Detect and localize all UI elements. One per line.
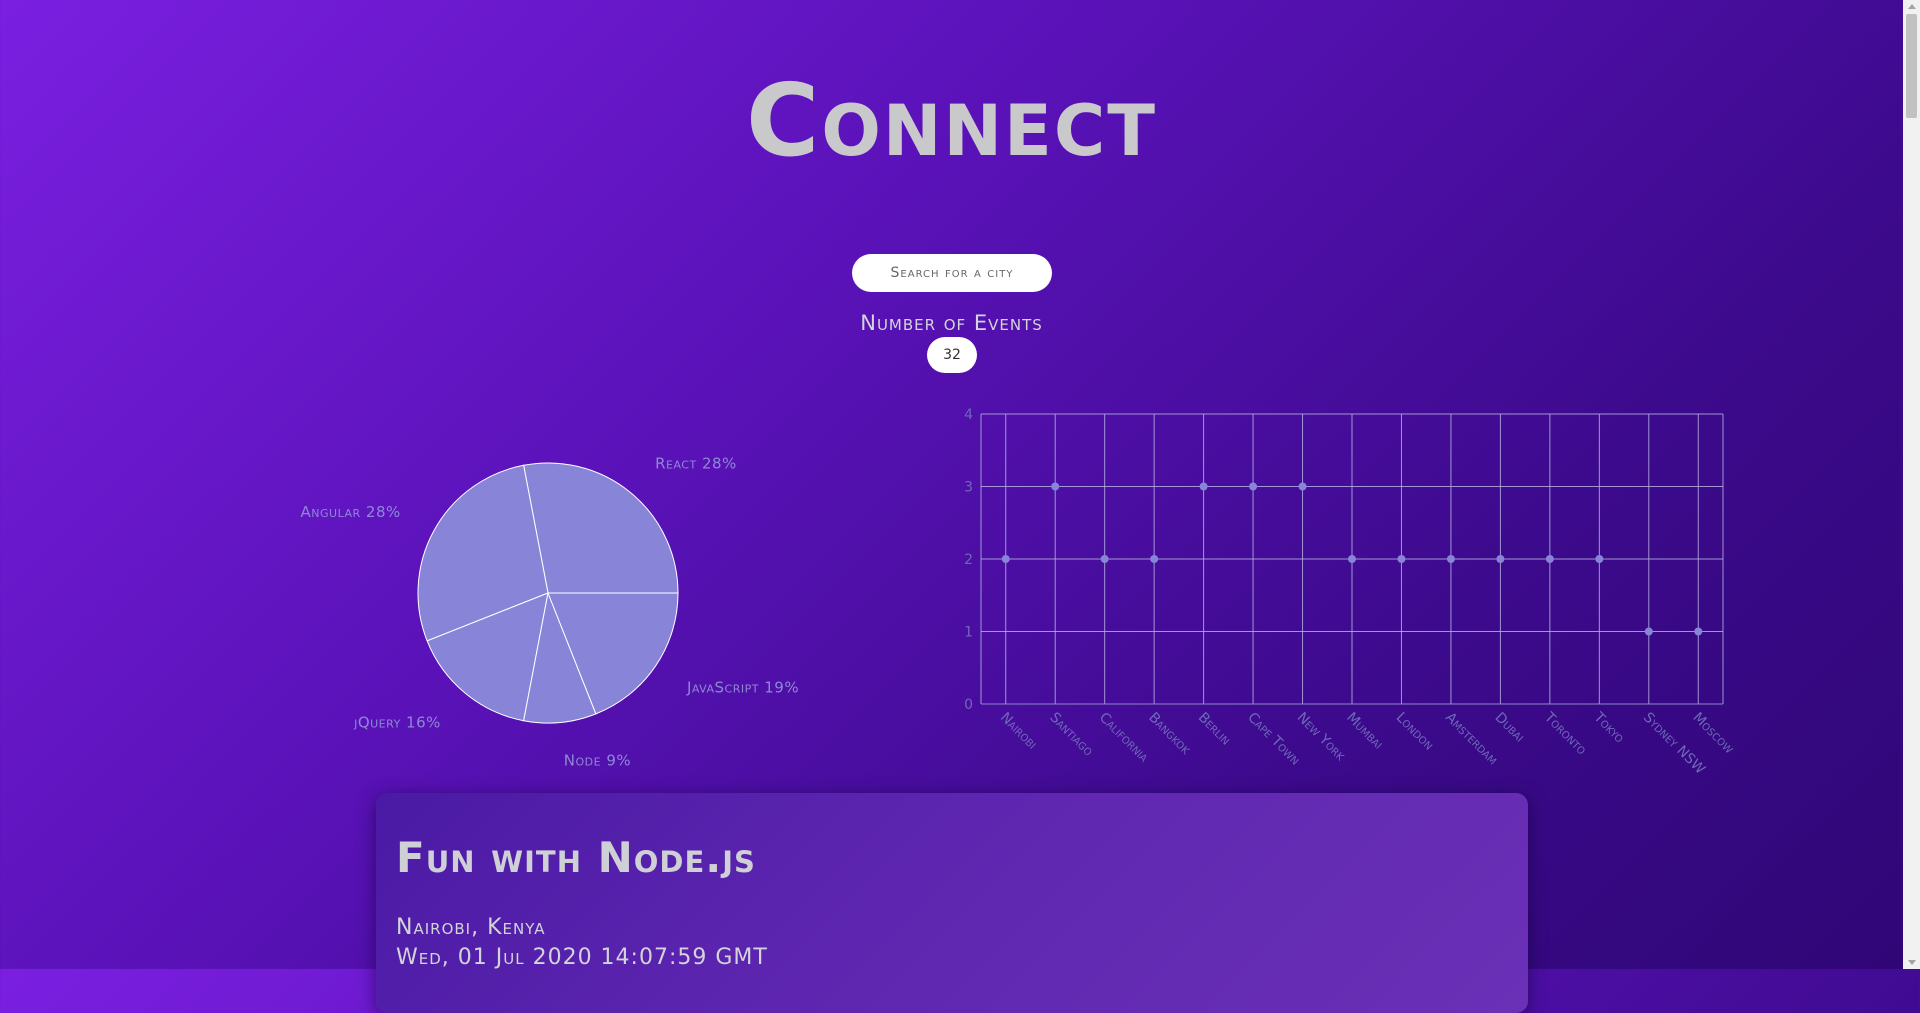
x-tick-label: Cape Town — [1244, 710, 1303, 769]
event-date: Wed, 01 Jul 2020 14:07:59 GMT — [396, 945, 768, 970]
event-card[interactable]: Fun with Node.js Nairobi, Kenya Wed, 01 … — [376, 793, 1528, 1013]
scatter-point-nairobi — [1001, 555, 1010, 563]
y-tick-label: 0 — [964, 697, 973, 713]
scroll-up-arrow-icon[interactable] — [1908, 4, 1916, 9]
scatter-point-cape-town — [1249, 482, 1258, 491]
x-tick-label: Santiago — [1046, 710, 1096, 760]
x-tick-label: California — [1096, 710, 1152, 766]
event-title: Fun with Node.js — [396, 833, 756, 882]
scatter-point-amsterdam — [1446, 555, 1455, 563]
scatter-point-bangkok — [1150, 555, 1159, 563]
y-tick-label: 1 — [964, 625, 973, 641]
scatter-point-toronto — [1545, 555, 1554, 563]
y-tick-label: 4 — [964, 407, 973, 423]
pie-label-node: Node 9% — [564, 751, 631, 769]
number-of-events-label: Number of Events — [860, 311, 1043, 335]
pie-label-jquery: jQuery 16% — [353, 713, 441, 731]
x-tick-label: Toronto — [1540, 709, 1589, 758]
genre-pie-chart: React 28% Angular 28% jQuery 16% Node 9% Jav… — [301, 455, 799, 770]
x-tick-label: Amsterdam — [1442, 710, 1501, 769]
pie-label-javascript: JavaScript 19% — [686, 678, 799, 696]
scatter-point-new-york — [1298, 482, 1307, 491]
x-tick-label: Berlin — [1195, 710, 1234, 749]
y-tick-label: 2 — [964, 552, 973, 568]
scrollbar-thumb[interactable] — [1906, 14, 1917, 118]
x-tick-label: Mumbai — [1343, 710, 1386, 753]
events-by-city-scatter-chart: 0 1 2 3 4 Nairobi Santiago CaliforniaBangkok Ber… — [964, 407, 1737, 778]
x-tick-label: Moscow — [1689, 710, 1736, 757]
scatter-point-berlin — [1199, 482, 1208, 491]
app-title: Connect — [745, 62, 1157, 179]
x-tick-label: Tokyo — [1590, 709, 1628, 747]
scatter-point-sydney-nsw — [1644, 627, 1653, 636]
x-tick-label: Dubai — [1492, 710, 1528, 746]
event-location: Nairobi, Kenya — [396, 915, 546, 940]
scatter-point-california — [1100, 555, 1109, 563]
number-of-events-input[interactable] — [927, 337, 977, 373]
vertical-scrollbar[interactable] — [1903, 0, 1920, 969]
scatter-point-tokyo — [1595, 555, 1604, 563]
scatter-point-santiago — [1051, 482, 1060, 491]
city-search-input[interactable] — [852, 254, 1052, 292]
scatter-point-dubai — [1496, 555, 1505, 563]
pie-label-angular: Angular 28% — [301, 503, 401, 521]
x-tick-label: Nairobi — [997, 710, 1040, 753]
pie-label-react: React 28% — [655, 455, 737, 473]
scatter-point-mumbai — [1348, 555, 1356, 563]
scroll-down-arrow-icon[interactable] — [1908, 960, 1916, 965]
x-tick-label: London — [1393, 710, 1437, 754]
scatter-point-london — [1397, 555, 1406, 563]
pie-slice-react — [523, 462, 679, 594]
scatter-point-moscow — [1694, 627, 1703, 636]
x-tick-label: Bangkok — [1145, 710, 1193, 758]
y-tick-label: 3 — [964, 480, 973, 496]
